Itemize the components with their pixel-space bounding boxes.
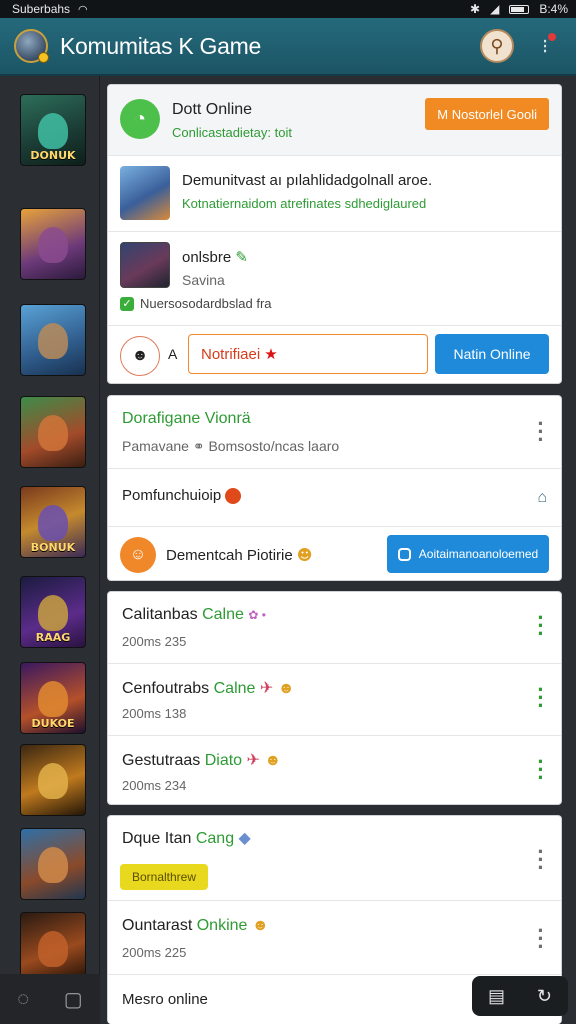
item-subtitle: Pamavane ⚭ Bomsosto/ncas laaro [122, 438, 340, 454]
smile-icon: ☺ [120, 537, 156, 573]
action-button[interactable]: Aoitaimanoanoloemed [387, 535, 549, 573]
emoji-icon: ☻ [251, 917, 269, 934]
status-pill[interactable]: Bornalthrew [120, 864, 208, 890]
item-meta: 200ms 225 [122, 945, 187, 960]
item-title: Dementcah Piotirie ☻ [166, 546, 313, 564]
more-icon[interactable]: · · · [533, 413, 549, 451]
status-bar: Suberbahs ◠ ✱ ◢ B:4% [0, 0, 576, 18]
match-list-card: Calitanbas Calne ✿ • 200ms 235 · · · Cenfo… [107, 591, 562, 805]
check-icon: ✓ [120, 296, 134, 311]
item-title: Calitanbas Calne ✿ • [122, 606, 266, 623]
list-item[interactable]: Ountarast Onkine ☻ 200ms 225 · · · [108, 900, 561, 974]
item-title: Cenfoutrabs Calne ✈ ☻ [122, 680, 295, 697]
signal-icon: ◢ [490, 2, 500, 16]
bottom-action-bar: ▤ ↻ [472, 976, 568, 1016]
item-title: Demunitvast aı pılahlidadgolnall aroe. [182, 172, 433, 189]
compose-row: ☻ A Notrifiaei ★ Natin Online [108, 325, 561, 383]
emoji-icon: ☻ [277, 680, 295, 697]
status-badge[interactable]: M Nostorlel Gooli [425, 98, 549, 130]
card-header: ◔ Dott Online Conlicastadietay: toit M N… [108, 85, 561, 155]
more-icon[interactable]: · · · [533, 920, 549, 958]
home-icon[interactable]: ⌂ [537, 489, 547, 507]
rail-footer: ◌ ▢ [0, 974, 100, 1024]
item-title: Pomfunchuioip [122, 487, 242, 505]
game-thumb[interactable]: BONUK [20, 486, 86, 558]
card-title: Dott Online [172, 101, 253, 118]
list-item[interactable]: Calitanbas Calne ✿ • 200ms 235 · · · [108, 592, 561, 663]
emoji-icon: ☻ [296, 546, 313, 564]
wifi-icon: ◠ [78, 3, 88, 16]
game-thumb[interactable]: DONUK [20, 94, 86, 166]
star-icon: ★ [264, 346, 278, 363]
online-status-icon: ◔ [120, 99, 160, 139]
avatar[interactable]: ☻ [120, 336, 160, 376]
game-thumb[interactable] [20, 744, 86, 816]
check-text: Nuersosodardbslad fra [140, 296, 272, 311]
more-icon[interactable]: · · · [533, 679, 549, 717]
list-item[interactable]: Gestutraas Diato ✈ ☻ 200ms 234 · · · [108, 735, 561, 804]
check-line: ✓ Nuersosodardbslad fra [120, 296, 272, 311]
activity-card: Dorafigane Vionrä Pamavane ⚭ Bomsosto/nc… [107, 395, 562, 581]
list-item[interactable]: Demunitvast aı pılahlidadgolnall aroe. K… [108, 155, 561, 231]
send-online-button[interactable]: Natin Online [435, 334, 549, 374]
square-icon [397, 547, 411, 561]
sparkle-icon: ✿ • [248, 608, 266, 622]
item-title: Dorafigane Vionrä [122, 410, 251, 427]
bookmark-icon[interactable]: ▢ [64, 987, 83, 1012]
link-icon: ⚭ [192, 438, 205, 454]
rocket-icon: ✈ [259, 680, 274, 697]
item-title: Mesro online [122, 991, 208, 1008]
list-item[interactable]: Dorafigane Vionrä Pamavane ⚭ Bomsosto/nc… [108, 396, 561, 468]
game-thumb[interactable] [20, 208, 86, 280]
status-carrier: Suberbahs [12, 2, 71, 16]
battery-icon [509, 4, 530, 14]
pencil-icon: ✎ [235, 249, 248, 266]
menu-icon[interactable]: ⁝ [528, 29, 562, 63]
fire-icon [225, 488, 242, 505]
game-rail: DONUK BONUK RAAG DUKOE [0, 76, 100, 984]
item-title: Gestutraas Diato ✈ ☻ [122, 752, 282, 769]
refresh-icon[interactable]: ↻ [537, 986, 552, 1007]
more-icon[interactable]: · · · [533, 751, 549, 789]
item-meta: 200ms 138 [122, 706, 187, 721]
battery-text: B:4% [539, 2, 568, 16]
game-thumb[interactable] [20, 828, 86, 900]
emoji-icon: ☻ [264, 752, 282, 769]
list-item[interactable]: Cenfoutrabs Calne ✈ ☻ 200ms 138 · · · [108, 663, 561, 735]
bluetooth-icon: ✱ [470, 2, 481, 16]
game-thumb[interactable]: DUKOE [20, 662, 86, 734]
app-logo-icon[interactable] [14, 29, 49, 63]
item-meta: 200ms 234 [122, 778, 187, 793]
compose-letter: A [168, 346, 178, 362]
item-title: onlsbre ✎ [182, 249, 248, 266]
message-input[interactable]: Notrifiaei ★ [188, 334, 428, 374]
item-title: Dque Itan Cang ◆ [122, 830, 251, 847]
game-thumb[interactable] [20, 304, 86, 376]
game-thumb[interactable]: RAAG [20, 576, 86, 648]
app-title: Komumitas K Game [60, 32, 261, 59]
list-item[interactable]: ☺ Dementcah Piotirie ☻ Aoitaimanoanoloem… [108, 526, 561, 580]
online-card: ◔ Dott Online Conlicastadietay: toit M N… [107, 84, 562, 384]
game-avatar [120, 242, 170, 288]
rocket-icon: ✈ [246, 752, 260, 769]
list-item[interactable]: onlsbre ✎ Savina ✓ Nuersosodardbslad fra [108, 231, 561, 325]
more-icon[interactable]: · · · [533, 607, 549, 645]
game-avatar [120, 166, 170, 220]
card-subtitle: Conlicastadietay: toit [172, 125, 292, 140]
diamond-icon: ◆ [238, 830, 251, 847]
item-meta: 200ms 235 [122, 634, 187, 649]
list-item[interactable]: Pomfunchuioip ⌂ [108, 468, 561, 526]
chat-icon[interactable]: ◌ [17, 988, 29, 1011]
item-subtitle: Savina [182, 272, 225, 288]
list-item[interactable]: Dque Itan Cang ◆ Bornalthrew · · · [108, 816, 561, 900]
game-thumb[interactable] [20, 396, 86, 468]
app-bar: Komumitas K Game ⚲ ⁝ [0, 18, 576, 76]
search-icon[interactable]: ⚲ [480, 29, 514, 63]
item-title: Ountarast Onkine ☻ [122, 917, 269, 934]
more-icon[interactable]: · · · [533, 841, 549, 879]
notes-icon[interactable]: ▤ [488, 986, 505, 1007]
item-subtitle: Kotnatiernaidom atrefinates sdhediglaure… [182, 196, 427, 211]
